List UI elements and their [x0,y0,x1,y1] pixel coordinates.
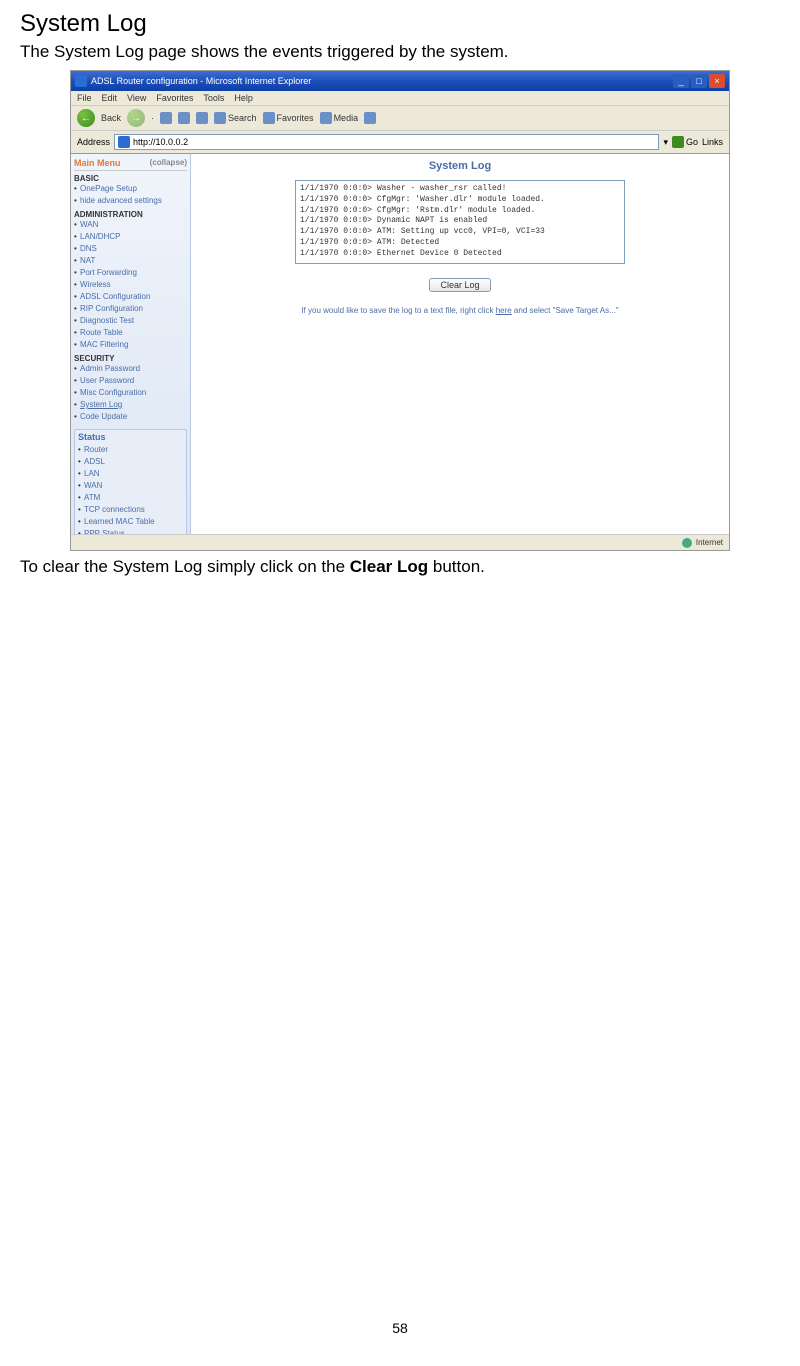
sidebar-item-onepage[interactable]: OnePage Setup [74,183,187,195]
media-icon [320,112,332,124]
sidebar-item-nat[interactable]: NAT [74,255,187,267]
search-icon [214,112,226,124]
outro-bold: Clear Log [350,557,428,576]
menubar: File Edit View Favorites Tools Help [71,91,729,106]
outro-post: button. [428,557,485,576]
address-input[interactable]: http://10.0.0.2 [114,134,659,150]
hint-pre: If you would like to save the log to a t… [301,306,495,315]
collapse-link[interactable]: (collapse) [150,158,187,168]
close-button[interactable]: × [709,74,725,88]
outro-text: To clear the System Log simply click on … [20,557,780,577]
forward-button[interactable]: → [127,109,145,127]
section-security: SECURITY [74,354,187,363]
menu-favorites[interactable]: Favorites [156,93,193,103]
sidebar-item-adsl[interactable]: ADSL Configuration [74,291,187,303]
history-icon[interactable] [364,112,376,124]
status-item-adsl[interactable]: ADSL [78,456,183,468]
here-link[interactable]: here [496,306,512,315]
status-item-tcp[interactable]: TCP connections [78,504,183,516]
status-block: Status Router ADSL LAN WAN ATM TCP conne… [74,429,187,534]
ie-icon [75,75,87,87]
links-label[interactable]: Links [702,137,723,147]
page-number: 58 [0,1320,800,1336]
refresh-icon[interactable] [178,112,190,124]
sidebar-item-wireless[interactable]: Wireless [74,279,187,291]
status-text: Internet [696,538,723,547]
sidebar-item-route[interactable]: Route Table [74,327,187,339]
go-button[interactable]: Go [672,136,698,148]
status-item-atm[interactable]: ATM [78,492,183,504]
separator: · [151,113,154,123]
content-area: Main Menu (collapse) BASIC OnePage Setup… [71,154,729,534]
search-button[interactable]: Search [214,112,257,124]
menu-edit[interactable]: Edit [102,93,118,103]
address-label: Address [77,137,110,147]
minimize-button[interactable]: _ [673,74,689,88]
page-title: System Log [20,10,780,38]
status-title: Status [78,432,183,442]
statusbar: Internet [71,534,729,550]
stop-icon[interactable] [160,112,172,124]
maximize-button[interactable]: □ [691,74,707,88]
sidebar-item-hide[interactable]: hide advanced settings [74,195,187,207]
back-button[interactable]: ← [77,109,95,127]
screenshot-window: ADSL Router configuration - Microsoft In… [70,70,730,551]
sidebar-item-macfilter[interactable]: MAC Filtering [74,339,187,351]
sidebar-item-misc[interactable]: Misc Configuration [74,387,187,399]
status-item-ppp[interactable]: PPP Status [78,528,183,534]
clear-log-button[interactable]: Clear Log [429,278,490,292]
sidebar-item-codeupdate[interactable]: Code Update [74,411,187,423]
menu-tools[interactable]: Tools [203,93,224,103]
sidebar-item-userpw[interactable]: User Password [74,375,187,387]
section-basic: BASIC [74,174,187,183]
outro-pre: To clear the System Log simply click on … [20,557,350,576]
status-item-router[interactable]: Router [78,444,183,456]
sidebar-item-syslog[interactable]: System Log [74,399,187,411]
titlebar: ADSL Router configuration - Microsoft In… [71,71,729,91]
status-item-lan[interactable]: LAN [78,468,183,480]
window-title: ADSL Router configuration - Microsoft In… [91,76,311,86]
intro-text: The System Log page shows the events tri… [20,42,780,62]
sidebar-item-landhcp[interactable]: LAN/DHCP [74,231,187,243]
internet-icon [682,538,692,548]
menu-view[interactable]: View [127,93,146,103]
menu-file[interactable]: File [77,93,92,103]
save-hint: If you would like to save the log to a t… [231,306,689,315]
log-box: 1/1/1970 0:0:0> Washer - washer_rsr call… [295,180,625,264]
go-icon [672,136,684,148]
sidebar-item-portfwd[interactable]: Port Forwarding [74,267,187,279]
sidebar-item-diag[interactable]: Diagnostic Test [74,315,187,327]
addressbar: Address http://10.0.0.2 ▾ Go Links [71,131,729,154]
address-url: http://10.0.0.2 [133,137,188,147]
star-icon [263,112,275,124]
favorites-button[interactable]: Favorites [263,112,314,124]
sidebar-item-rip[interactable]: RIP Configuration [74,303,187,315]
sidebar-item-wan[interactable]: WAN [74,219,187,231]
status-item-wan[interactable]: WAN [78,480,183,492]
sidebar-title: Main Menu [74,158,121,168]
menu-help[interactable]: Help [234,93,253,103]
toolbar: ← Back → · Search Favorites Media [71,106,729,131]
sidebar: Main Menu (collapse) BASIC OnePage Setup… [71,154,191,534]
sidebar-header: Main Menu (collapse) [74,158,187,171]
media-button[interactable]: Media [320,112,359,124]
sidebar-item-adminpw[interactable]: Admin Password [74,363,187,375]
hint-post: and select "Save Target As..." [512,306,619,315]
status-item-mac[interactable]: Learned MAC Table [78,516,183,528]
home-icon[interactable] [196,112,208,124]
address-dropdown[interactable]: ▾ [663,137,668,148]
panel-title: System Log [231,160,689,172]
page-icon [118,136,130,148]
back-label: Back [101,113,121,123]
section-admin: ADMINISTRATION [74,210,187,219]
sidebar-item-dns[interactable]: DNS [74,243,187,255]
main-panel: System Log 1/1/1970 0:0:0> Washer - wash… [191,154,729,534]
